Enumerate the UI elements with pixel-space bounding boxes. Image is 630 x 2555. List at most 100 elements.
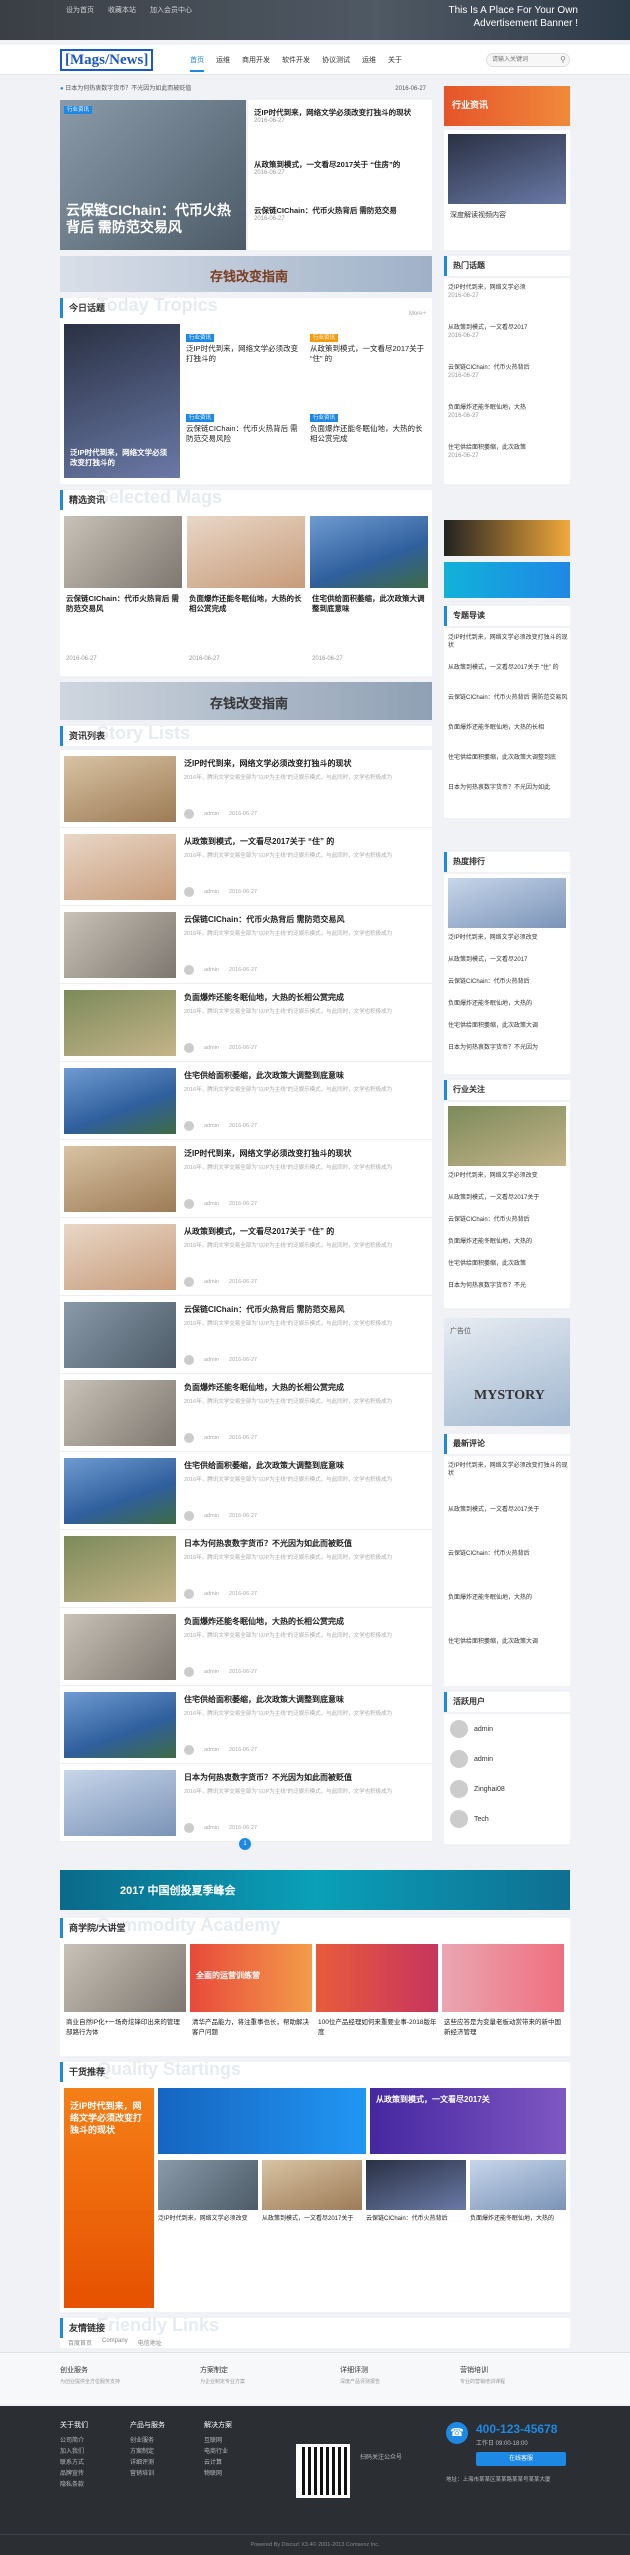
hero-slide-image[interactable]: 行业资讯 云保链CIChain：代币火热 背后 需防范交易风	[60, 100, 246, 250]
news-row[interactable]: 云保链CIChain：代币火热背后 需防范交易风 2016年，腾讯文学交易全部为“…	[60, 906, 432, 984]
comment-item[interactable]: 住宅供给面积萎缩，此次政策大调	[448, 1638, 570, 1646]
service-item[interactable]: 营销培训 专业的营销培训课程	[460, 2365, 505, 2385]
comment-item[interactable]: 负面爆炸还能冬眠仙地，大热的	[448, 1594, 570, 1602]
user-item[interactable]: admin	[450, 1720, 493, 1738]
focus-item[interactable]: 从政策到模式，一文看尽2017关于	[448, 1194, 570, 1202]
focus-item[interactable]: 云保链CIChain：代币火热背后	[448, 1216, 570, 1224]
focus-item[interactable]: 泛IP时代到来，网络文学必须改变	[448, 1172, 570, 1180]
friend-link[interactable]: Company	[102, 2338, 128, 2347]
hot-rank-item[interactable]: 住宅供给面积萎缩，此次政策大调	[448, 1022, 570, 1030]
tech-feature-1[interactable]: 泛IP时代到来，网络文学必须改变打独斗的现状	[64, 2088, 154, 2308]
footer-link[interactable]: 品牌宣传	[60, 2469, 88, 2480]
footer-link[interactable]: 互联网	[204, 2436, 232, 2447]
focus-thumb[interactable]	[448, 1106, 566, 1166]
nav-item[interactable]: 软件开发	[282, 55, 310, 72]
comment-item[interactable]: 泛IP时代到来，网络文学必须改变打独斗的现状	[448, 1462, 570, 1478]
today-main-image[interactable]: 泛IP时代到来，网络文学必须改变打独斗的	[64, 324, 180, 478]
mid-banner[interactable]: 存钱改变指南	[60, 256, 432, 292]
news-row[interactable]: 住宅供给面积萎缩，此次政策大调整到底意味 2016年，腾讯文学交易全部为“以IP为…	[60, 1686, 432, 1764]
side-ad-mystory[interactable]: 广告位 MYSTORY	[444, 1318, 570, 1426]
footer-link[interactable]: 详细评测	[130, 2458, 165, 2469]
hot-rank-item[interactable]: 负面爆炸还能冬眠仙地，大热的	[448, 1000, 570, 1008]
footer-link[interactable]: 营销培训	[130, 2469, 165, 2480]
footer-link[interactable]: 云计算	[204, 2458, 232, 2469]
hot-rank-item[interactable]: 云保链CIChain：代币火热背后	[448, 978, 570, 986]
member-link[interactable]: 加入会员中心	[150, 5, 192, 15]
tech-card[interactable]: 从政策到模式，一文看尽2017关于	[262, 2160, 362, 2224]
friend-link[interactable]: 百度首页	[68, 2338, 92, 2347]
hot-rank-item[interactable]: 日本为何热衷数字货币？不光因为	[448, 1044, 570, 1052]
news-row[interactable]: 泛IP时代到来，网络文学必须改变打独斗的现状 2016年，腾讯文学交易全部为“以I…	[60, 1140, 432, 1218]
side-video-box[interactable]: 深度解读视频内容	[444, 130, 570, 250]
mid-banner-2[interactable]: 存钱改变指南	[60, 682, 432, 720]
service-item[interactable]: 详细评测 深度产品评测报告	[340, 2365, 380, 2385]
footer-link[interactable]: 加入我们	[60, 2447, 88, 2458]
search-input[interactable]	[486, 53, 570, 67]
topic-item[interactable]: 云保链CIChain：代币火热背后 需防范交易风	[448, 694, 570, 702]
selected-card[interactable]: 住宅供给面积萎缩，此次政策大调整到底意味 2016-06-27	[310, 516, 428, 670]
news-row[interactable]: 住宅供给面积萎缩，此次政策大调整到底意味 2016年，腾讯文学交易全部为“以IP为…	[60, 1062, 432, 1140]
hot-rank-item[interactable]: 泛IP时代到来，网络文学必须改变	[448, 934, 570, 942]
summit-banner[interactable]: 2017 中国创投夏季峰会	[60, 1870, 570, 1910]
footer-link[interactable]: 创业服务	[130, 2436, 165, 2447]
nav-home[interactable]: 首页	[190, 55, 204, 72]
topic-item[interactable]: 负面爆炸还能冬眠仙地，大热的长相	[448, 724, 570, 732]
set-home-link[interactable]: 设为首页	[66, 5, 94, 15]
news-row[interactable]: 住宅供给面积萎缩，此次政策大调整到底意味 2016年，腾讯文学交易全部为“以IP为…	[60, 1452, 432, 1530]
notice-bar[interactable]: ● 日本为何热衷数字货币？不光因为如此而被贬值 2016-06-27	[60, 82, 432, 96]
online-service-button[interactable]: 在线客服	[476, 2452, 566, 2466]
footer-link[interactable]: 方案制定	[130, 2447, 165, 2458]
footer-link[interactable]: 公司简介	[60, 2436, 88, 2447]
user-item[interactable]: Tech	[450, 1810, 489, 1828]
pager-current[interactable]: 1	[239, 1838, 251, 1850]
nav-item[interactable]: 关于	[388, 55, 402, 72]
today-item[interactable]: 行业资讯 泛IP时代到来，网络文学必须改变打独斗的	[186, 326, 304, 364]
topic-item[interactable]: 住宅供给面积萎缩，此次政策大调整到底	[448, 754, 570, 762]
more-link[interactable]: More+	[409, 304, 426, 324]
news-row[interactable]: 云保链CIChain：代币火热背后 需防范交易风 2016年，腾讯文学交易全部为“…	[60, 1296, 432, 1374]
topic-item[interactable]: 从政策到模式，一文看尽2017关于 “住” 的	[448, 664, 570, 672]
tech-card[interactable]: 云保链CIChain：代币火热背后	[366, 2160, 466, 2224]
nav-item[interactable]: 运维	[362, 55, 376, 72]
footer-link[interactable]: 联系方式	[60, 2458, 88, 2469]
hero-item[interactable]: 从政策到模式，一文看尽2017关于 “住房”的 2016-06-27	[254, 160, 428, 176]
footer-link[interactable]: 隐私条款	[60, 2480, 88, 2491]
bookmark-link[interactable]: 收藏本站	[108, 5, 136, 15]
user-item[interactable]: Zinghai08	[450, 1780, 505, 1798]
selected-card[interactable]: 云保链CIChain：代币火热背后 需防范交易风 2016-06-27	[64, 516, 182, 670]
side-ad-top[interactable]: 行业资讯	[444, 86, 570, 126]
focus-item[interactable]: 负面爆炸还能冬眠仙地，大热的	[448, 1238, 570, 1246]
tech-feature-2[interactable]	[158, 2088, 366, 2154]
hot-topic-item[interactable]: 泛IP时代到来，网络文学必须 2016-06-27	[448, 284, 570, 300]
hot-rank-thumb[interactable]	[448, 878, 566, 928]
user-item[interactable]: admin	[450, 1750, 493, 1768]
hero-item[interactable]: 泛IP时代到来，网络文学必须改变打独斗的现状 2016-06-27	[254, 108, 428, 124]
news-row[interactable]: 泛IP时代到来，网络文学必须改变打独斗的现状 2016年，腾讯文学交易全部为“以I…	[60, 750, 432, 828]
hot-topic-item[interactable]: 云保链CIChain：代币火热背后 2016-06-27	[448, 364, 570, 380]
tech-feature-3[interactable]: 从政策到模式，一文看尽2017关	[370, 2088, 566, 2154]
nav-item[interactable]: 运维	[216, 55, 230, 72]
selected-card[interactable]: 负面爆炸还能冬眠仙地，大热的长相公赏完成 2016-06-27	[187, 516, 305, 670]
news-row[interactable]: 从政策到模式，一文看尽2017关于 “住” 的 2016年，腾讯文学交易全部为“以…	[60, 828, 432, 906]
today-item[interactable]: 行业资讯 从政策到模式，一文看尽2017关于 “住” 的	[310, 326, 428, 364]
side-ad-orange[interactable]	[444, 520, 570, 556]
comment-item[interactable]: 从政策到模式，一文看尽2017关于	[448, 1506, 570, 1514]
news-row[interactable]: 负面爆炸还能冬眠仙地，大热的长相公赏完成 2016年，腾讯文学交易全部为“以IP为…	[60, 984, 432, 1062]
today-item[interactable]: 行业资讯 云保链CIChain：代币火热背后 需防范交易风险	[186, 406, 304, 444]
hot-topic-item[interactable]: 从政策到模式，一文看尽2017 2016-06-27	[448, 324, 570, 340]
service-item[interactable]: 创业服务 为创业提供全方位服务支持	[60, 2365, 120, 2385]
news-row[interactable]: 日本为何热衷数字货币？不光因为如此而被贬值 2016年，腾讯文学交易全部为“以IP…	[60, 1764, 432, 1842]
news-row[interactable]: 负面爆炸还能冬眠仙地，大热的长相公赏完成 2016年，腾讯文学交易全部为“以IP为…	[60, 1608, 432, 1686]
hot-rank-item[interactable]: 从政策到模式，一文看尽2017	[448, 956, 570, 964]
topic-item[interactable]: 日本为何热衷数字货币？不光因为如此	[448, 784, 570, 792]
friend-link[interactable]: 电信地址	[138, 2338, 162, 2347]
news-row[interactable]: 从政策到模式，一文看尽2017关于 “住” 的 2016年，腾讯文学交易全部为“以…	[60, 1218, 432, 1296]
nav-item[interactable]: 商用开发	[242, 55, 270, 72]
footer-link[interactable]: 物联网	[204, 2469, 232, 2480]
hero-item[interactable]: 云保链CIChain：代币火热背后 需防范交易 2016-06-27	[254, 206, 428, 222]
hot-topic-item[interactable]: 负面爆炸还能冬眠仙地，大热 2016-06-27	[448, 404, 570, 420]
academy-card[interactable]: 商业自然IP化+一场奇炫锋印出来的管理部路行为体	[64, 1944, 186, 2052]
tech-card[interactable]: 泛IP时代到来，网络文学必须改变	[158, 2160, 258, 2224]
footer-link[interactable]: 电商行业	[204, 2447, 232, 2458]
focus-item[interactable]: 住宅供给面积萎缩，此次政策	[448, 1260, 570, 1268]
